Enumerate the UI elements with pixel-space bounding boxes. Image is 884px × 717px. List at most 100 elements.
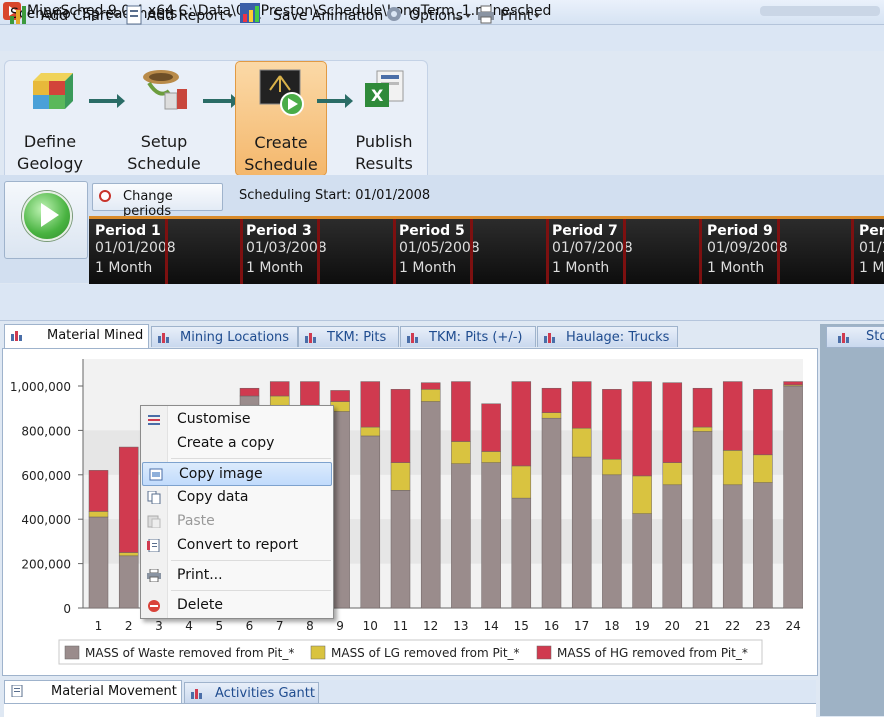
workflow-arrow-icon [89, 94, 125, 108]
menu-item-copy-image[interactable]: Copy image [142, 462, 332, 486]
legend-label: MASS of LG removed from Pit_* [331, 646, 520, 660]
tab-material-movement[interactable]: Material Movement [4, 680, 182, 704]
bar-segment [602, 389, 622, 460]
bar-segment [511, 465, 532, 499]
bar-segment [541, 412, 562, 419]
menu-item-convert-to-report[interactable]: Convert to report [141, 534, 331, 556]
workflow-ribbon: Define Geology Setup Schedule Create Schedu… [4, 60, 429, 176]
period-timeline[interactable]: Period 1 01/01/2008 1 Month Period 3 01/03/… [89, 216, 884, 284]
workflow-label: Define Geology [17, 132, 83, 173]
x-tick-label: 8 [306, 619, 314, 633]
workflow-label: Publish Results [355, 132, 413, 173]
bottom-panel-body [4, 703, 816, 717]
chart-tab-icon [305, 333, 316, 343]
bar-segment [88, 516, 109, 609]
period-item[interactable]: Period 5 01/05/2008 1 Month [393, 219, 545, 284]
add-report-button[interactable]: Add Report [124, 5, 233, 25]
tab-tkm-pits[interactable]: TKM: Pits [298, 326, 399, 347]
clock-icon [99, 190, 111, 202]
bar-segment [451, 381, 471, 442]
bar-segment [239, 387, 260, 397]
bar-segment [88, 470, 109, 512]
bar-segment [360, 381, 381, 428]
bar-segment [420, 401, 441, 609]
x-tick-label: 16 [544, 619, 559, 633]
x-tick-label: 12 [423, 619, 438, 633]
period-item[interactable]: Period 3 01/03/2008 1 Month [240, 219, 392, 284]
x-tick-label: 15 [514, 619, 529, 633]
legend-label: MASS of Waste removed from Pit_* [85, 646, 294, 660]
blurred-title-text [760, 6, 880, 16]
change-periods-button[interactable]: Change periods [92, 183, 223, 219]
menu-bar [0, 25, 884, 51]
menu-item-customise[interactable]: Customise [141, 408, 331, 430]
tab-mining-locations[interactable]: Mining Locations [151, 326, 298, 347]
menu-separator [171, 458, 331, 459]
menu-item-create-copy[interactable]: Create a copy [141, 432, 331, 454]
tab-tkm-pits-plus-minus[interactable]: TKM: Pits (+/-) [400, 326, 536, 347]
period-item[interactable]: Peri01/11 M [853, 219, 884, 284]
paste-icon [147, 515, 161, 528]
print-button[interactable]: Print [476, 5, 541, 24]
bar-segment [390, 462, 411, 491]
bar-segment [481, 403, 501, 452]
change-periods-label: Change periods [123, 189, 173, 219]
gear-icon [387, 7, 401, 21]
save-animation-button[interactable]: Save Animation [239, 3, 383, 24]
x-tick-label: 13 [453, 619, 468, 633]
y-tick-label: 400,000 [21, 513, 71, 527]
period-item[interactable]: Period 7 01/07/2008 1 Month [546, 219, 698, 284]
period-divider [470, 219, 473, 284]
bar-segment [783, 381, 803, 386]
menu-item-paste[interactable]: Paste [141, 510, 331, 532]
stacked-bar-chart: 1,000,000800,000600,000400,000200,00001 2… [10, 359, 803, 665]
add-chart-button[interactable]: Add Chart [8, 6, 120, 24]
bar-segment [300, 381, 320, 408]
menu-separator [171, 590, 331, 591]
x-tick-label: 24 [785, 619, 800, 633]
report-icon [147, 539, 160, 552]
y-tick-label: 600,000 [21, 469, 71, 483]
bar-segment [602, 474, 622, 609]
workflow-step-define-geology[interactable]: Define Geology [5, 61, 95, 174]
bar-segment [420, 382, 441, 390]
workflow-step-publish-results[interactable]: X Publish Results [339, 61, 429, 174]
bar-segment [269, 381, 290, 397]
menu-item-copy-data[interactable]: Copy data [141, 486, 331, 508]
options-button[interactable]: Options [384, 7, 472, 24]
menu-item-delete[interactable]: Delete [141, 594, 331, 616]
tab-haulage-trucks[interactable]: Haulage: Trucks [537, 326, 678, 347]
publish-results-icon: X [365, 70, 404, 107]
run-schedule-button[interactable] [4, 181, 88, 259]
chart-tab-strip: Material Mined Mining Locations TKM: Pit… [4, 324, 816, 349]
report-icon [126, 5, 142, 25]
bar-segment [481, 451, 501, 463]
y-tick-label: 1,000,000 [10, 380, 71, 394]
workflow-arrow-icon [203, 94, 239, 108]
workflow-step-create-schedule[interactable]: Create Schedule [235, 61, 327, 176]
x-tick-label: 5 [215, 619, 223, 633]
bar-segment [662, 484, 683, 609]
bar-segment [541, 387, 562, 413]
x-tick-label: 22 [725, 619, 740, 633]
bar-segment [692, 387, 713, 428]
material-mined-chart-panel[interactable]: 1,000,000 800,000 600,000 400,000 200,000 0 1 2… [2, 348, 818, 676]
bar-segment [722, 484, 743, 609]
tab-activities-gantt[interactable]: Activities Gantt [184, 682, 319, 703]
period-divider [623, 219, 626, 284]
tab-material-mined[interactable]: Material Mined [4, 324, 149, 349]
bar-segment [632, 513, 652, 609]
period-divider [317, 219, 320, 284]
chart-toolbar [0, 284, 884, 321]
period-divider [165, 219, 168, 284]
bar-segment [632, 475, 652, 514]
scheduling-start-text: Scheduling Start: 01/01/2008 [239, 188, 431, 203]
menu-item-print[interactable]: Print... [141, 564, 331, 586]
workflow-step-setup-schedule[interactable]: Setup Schedule [119, 61, 209, 174]
y-tick-label: 200,000 [21, 558, 71, 572]
x-tick-label: 10 [363, 619, 378, 633]
x-tick-label: 4 [185, 619, 193, 633]
chart-tab-icon [544, 333, 555, 343]
copy-data-icon [147, 491, 161, 504]
geology-block-icon [33, 73, 73, 109]
